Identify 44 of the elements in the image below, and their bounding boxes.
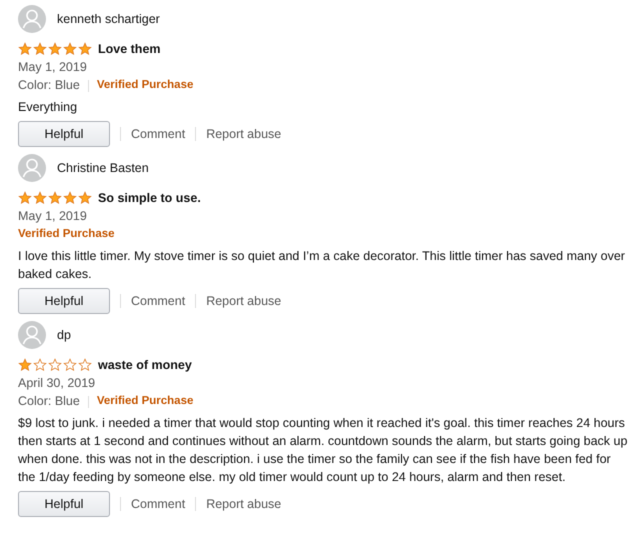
verified-purchase-label: Verified Purchase — [96, 394, 194, 409]
star-icon — [48, 42, 62, 56]
verified-purchase-label: Verified Purchase — [18, 227, 115, 242]
star-icon — [63, 191, 77, 205]
product-variant: Color: Blue — [18, 394, 80, 409]
comment-link[interactable]: Comment — [131, 294, 186, 308]
star-icon — [78, 358, 92, 372]
product-variant: Color: Blue — [18, 78, 80, 93]
star-icon — [63, 42, 77, 56]
comment-link[interactable]: Comment — [131, 127, 186, 141]
avatar-icon — [18, 154, 46, 182]
report-abuse-link[interactable]: Report abuse — [206, 127, 282, 141]
review-date: April 30, 2019 — [18, 376, 96, 391]
star-icon — [48, 358, 62, 372]
star-icon — [78, 42, 92, 56]
star-icon — [18, 191, 32, 205]
helpful-button[interactable]: Helpful — [18, 491, 110, 517]
reviewer-name: dp — [57, 328, 71, 342]
avatar-icon — [18, 321, 46, 349]
reviewer-name: kenneth schartiger — [57, 12, 160, 26]
review-date: May 1, 2019 — [18, 60, 88, 75]
star-icon — [33, 191, 47, 205]
avatar-icon — [18, 5, 46, 33]
reviewer-name: Christine Basten — [57, 161, 149, 175]
star-icon — [33, 42, 47, 56]
star-icon — [18, 358, 32, 372]
star-icon — [63, 358, 77, 372]
review-title: waste of money — [98, 358, 192, 372]
review-title: Love them — [98, 42, 161, 56]
verified-purchase-label: Verified Purchase — [96, 78, 194, 93]
review-text: Everything — [18, 99, 78, 116]
helpful-button[interactable]: Helpful — [18, 288, 110, 314]
star-icon — [78, 191, 92, 205]
star-icon — [18, 42, 32, 56]
report-abuse-link[interactable]: Report abuse — [206, 294, 282, 308]
star-icon — [48, 191, 62, 205]
report-abuse-link[interactable]: Report abuse — [206, 497, 282, 511]
review-text: I love this little timer. My stove timer is so quiet and I’m a cake decorator. This little timer has saved many over baked cakes. — [18, 248, 626, 283]
helpful-button[interactable]: Helpful — [18, 121, 110, 147]
review-date: May 1, 2019 — [18, 209, 88, 224]
review-text: $9 lost to junk. i needed a timer that would stop counting when it reached it's goal. this timer reaches 24 hours then starts at 1 second and continues without an alarm. countdown sounds the alarm, but starts going back up when done. this was not in the description. i use the timer so the family can see if the fish have been fed for the 1/day feeding by someone else. my old timer would count up to 24 hours, alarm and then reset. — [18, 415, 628, 486]
review-title: So simple to use. — [98, 191, 201, 205]
comment-link[interactable]: Comment — [131, 497, 186, 511]
star-icon — [33, 358, 47, 372]
